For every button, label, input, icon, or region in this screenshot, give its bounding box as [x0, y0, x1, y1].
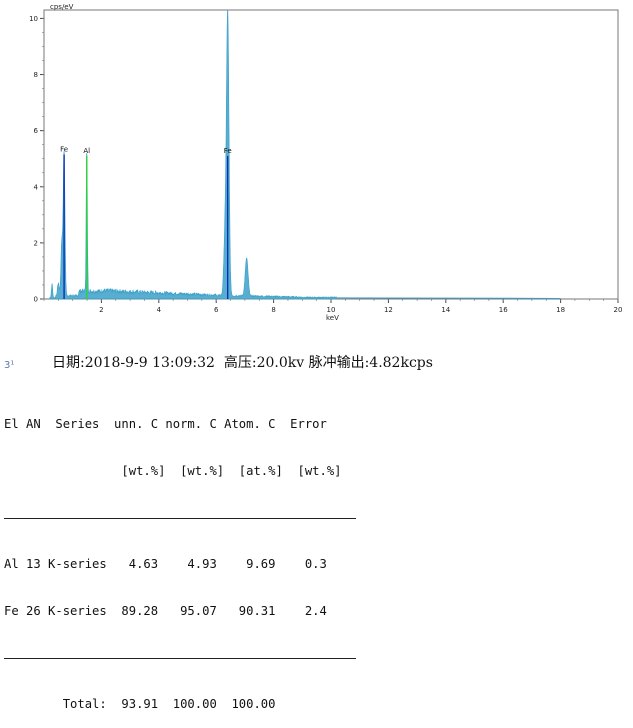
y-axis-label: cps/eV: [50, 3, 74, 11]
x-tick-label: 2: [99, 306, 103, 314]
x-tick-label: 20: [614, 306, 623, 314]
spectrum-tail: [336, 297, 561, 299]
acquisition-info: 3¹ 日期:2018-9-9 13:09:32 高压:20.0kv 脉冲输出:4…: [0, 350, 633, 374]
acquisition-info-line: 日期:2018-9-9 13:09:32 高压:20.0kv 脉冲输出:4.82…: [52, 355, 433, 371]
section-mark: 3¹: [4, 360, 15, 371]
y-tick-label: 10: [29, 15, 38, 23]
eds-spectrum-chart: 0 2 4 6 8 10 2 4 6 8 10 12 14 16 18 20 Fe Al Fe cps/eV keV: [0, 0, 633, 325]
plot-frame: [43, 9, 619, 300]
x-tick-label: 8: [271, 306, 275, 314]
y-tick-label: 0: [34, 296, 38, 304]
x-tick-label: 10: [327, 306, 336, 314]
quantification-table: El AN Series unn. C norm. C Atom. C Erro…: [4, 386, 624, 728]
x-tick-label: 4: [157, 306, 162, 314]
element-marker-label: Fe: [224, 147, 232, 155]
table-divider: [4, 510, 624, 526]
table-divider: [4, 650, 624, 666]
element-marker-label: Fe: [60, 146, 68, 154]
y-tick-label: 8: [34, 71, 38, 79]
table-units-row: [wt.%] [wt.%] [at.%] [wt.%]: [4, 463, 342, 478]
x-tick-label: 18: [556, 306, 565, 314]
element-marker-label: Al: [83, 147, 90, 155]
y-tick-label: 2: [34, 239, 38, 247]
spectrum-plot: 0 2 4 6 8 10 2 4 6 8 10 12 14 16 18 20 Fe Al Fe: [29, 9, 623, 314]
x-tick-label: 16: [499, 306, 508, 314]
x-tick-label: 12: [384, 306, 393, 314]
x-tick-label: 14: [441, 306, 450, 314]
x-axis-label: keV: [326, 314, 339, 322]
y-tick-label: 4: [34, 183, 39, 191]
table-row: Fe 26 K-series 89.28 95.07 90.31 2.4: [4, 603, 327, 618]
table-header-row: El AN Series unn. C norm. C Atom. C Erro…: [4, 417, 327, 431]
y-tick-label: 6: [34, 127, 39, 135]
x-tick-label: 6: [214, 306, 219, 314]
table-total-row: Total: 93.91 100.00 100.00: [4, 697, 276, 711]
table-row: Al 13 K-series 4.63 4.93 9.69 0.3: [4, 557, 327, 571]
